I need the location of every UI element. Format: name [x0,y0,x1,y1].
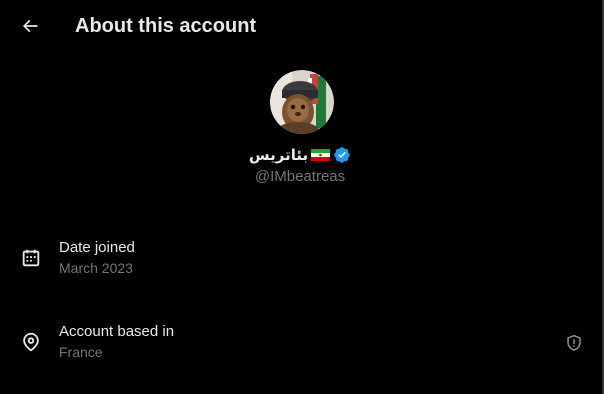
location-pin-icon [23,332,39,352]
display-name: بئاتریس [248,147,309,164]
date-joined-row: Date joined March 2023 [0,238,600,286]
account-based-label: Account based in [59,323,175,340]
page-header: About this account [0,0,600,52]
name-row: بئاتریس [0,145,600,165]
verified-badge-icon[interactable] [333,146,351,164]
back-button[interactable] [14,10,46,42]
arrow-left-icon [22,19,38,33]
calendar-icon [22,249,40,267]
user-handle: @IMbeatreas [254,168,346,185]
shield-alert-icon[interactable] [565,334,583,352]
iran-flag-icon [311,149,331,161]
page-title: About this account [75,15,257,37]
account-based-row: Account based in France [0,322,600,370]
avatar[interactable] [270,70,334,134]
avatar-image [270,70,334,134]
account-based-value: France [59,344,103,360]
date-joined-value: March 2023 [59,260,133,276]
date-joined-label: Date joined [59,239,135,256]
